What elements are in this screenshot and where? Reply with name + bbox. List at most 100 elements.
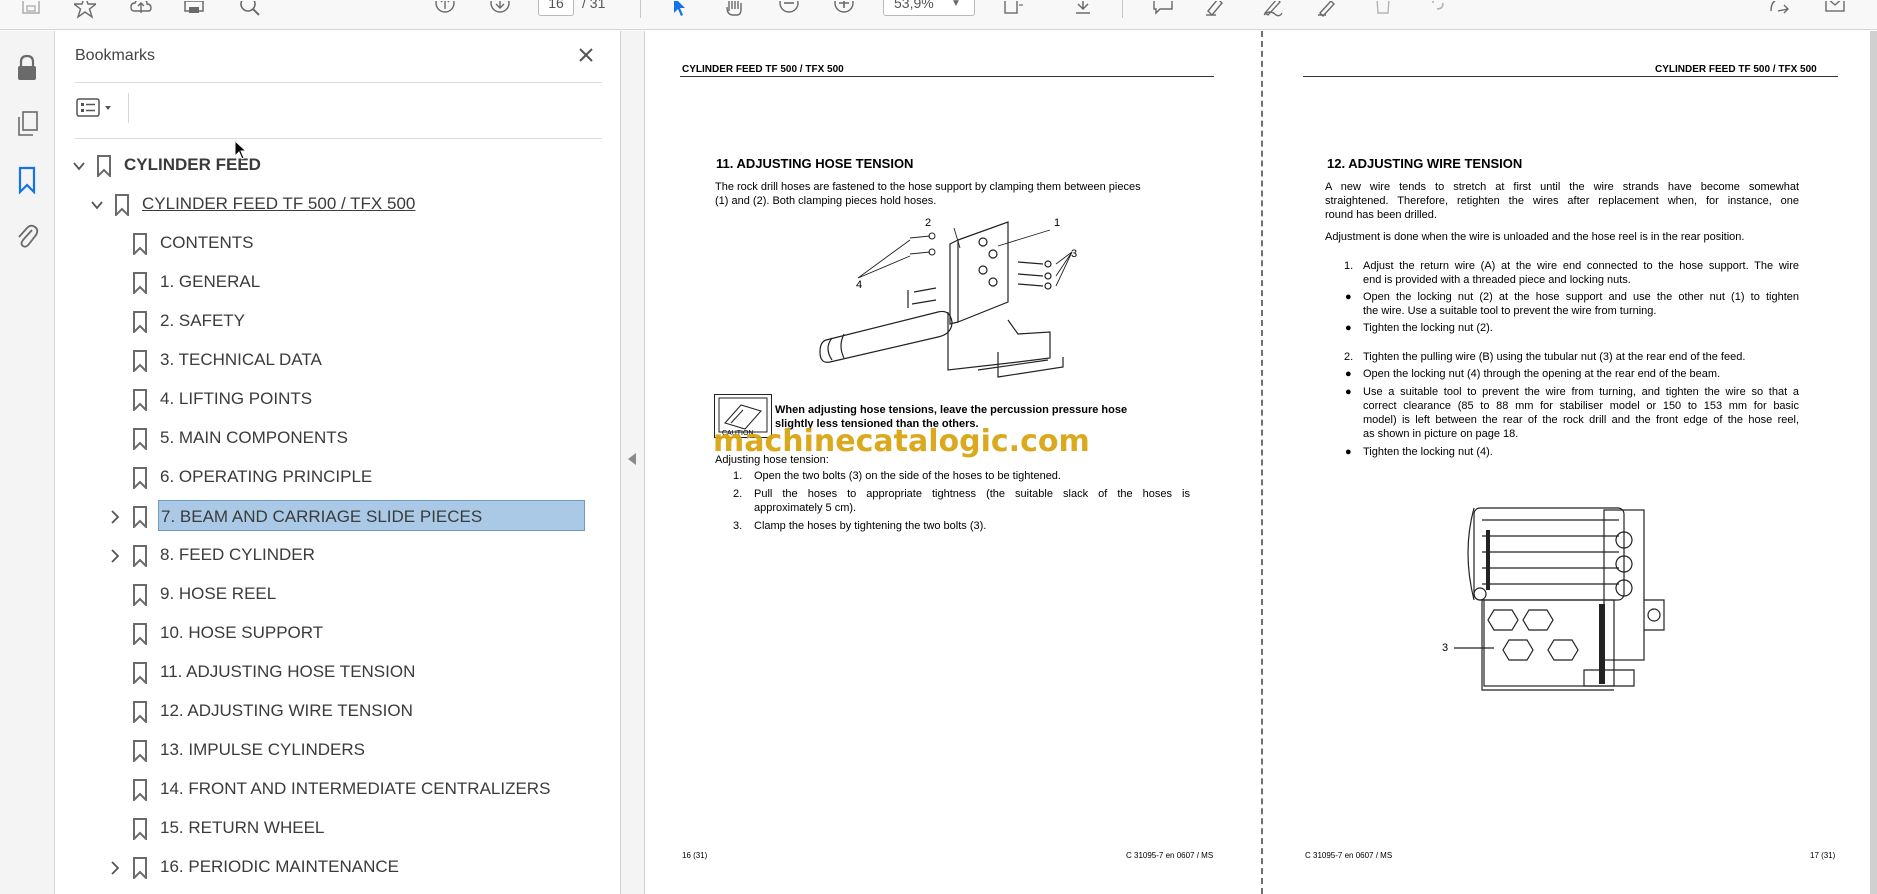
bookmark-label[interactable]: 15. RETURN WHEEL (158, 812, 326, 843)
bookmark-options-button[interactable] (74, 93, 120, 123)
chevron-right-icon[interactable] (106, 508, 124, 526)
bookmark-label[interactable]: 2. SAFETY (158, 305, 247, 336)
bookmark-item[interactable]: 16. PERIODIC MAINTENANCE (56, 851, 606, 885)
chevron-right-icon[interactable] (106, 859, 124, 877)
bookmark-item[interactable]: 1. GENERAL (56, 266, 606, 300)
bookmark-label[interactable]: CONTENTS (158, 227, 256, 258)
paragraph-line: A new wire tends to stretch at first unt… (1325, 181, 1799, 193)
document-scrollbar[interactable] (1870, 31, 1877, 894)
bookmarks-panel-icon[interactable] (12, 165, 42, 195)
close-panel-button[interactable] (574, 43, 598, 67)
bookmark-label[interactable]: 11. ADJUSTING HOSE TENSION (158, 656, 417, 687)
bookmark-item[interactable]: 5. MAIN COMPONENTS (56, 422, 606, 456)
bullet-icon: ● (1345, 386, 1352, 398)
bookmark-item[interactable]: 4. LIFTING POINTS (56, 383, 606, 417)
options-divider (128, 93, 129, 123)
bookmark-label[interactable]: 7. BEAM AND CARRIAGE SLIDE PIECES (158, 500, 585, 531)
delete-icon[interactable] (1370, 0, 1396, 22)
bookmark-item[interactable]: 11. ADJUSTING HOSE TENSION (56, 656, 606, 690)
bookmark-label[interactable]: 9. HOSE REEL (158, 578, 278, 609)
undo-icon[interactable] (1425, 0, 1451, 22)
bookmark-item[interactable]: 6. OPERATING PRINCIPLE (56, 461, 606, 495)
bookmark-icon (133, 701, 147, 723)
share-icon[interactable] (1766, 0, 1792, 22)
bookmarks-panel: Bookmarks CYLINDER FEED CYLINDER FEED TF … (56, 31, 662, 894)
page-footer-left: 16 (31) (682, 851, 708, 860)
panel-collapse-bar[interactable] (621, 31, 645, 894)
header-rule (680, 76, 1214, 77)
toolbar-divider (1122, 0, 1123, 18)
bookmark-label[interactable]: 8. FEED CYLINDER (158, 539, 317, 570)
next-page-icon[interactable] (487, 0, 513, 22)
bookmark-item[interactable]: CONTENTS (56, 227, 606, 261)
zoom-level-select[interactable]: 53,9% (883, 0, 975, 16)
page-header: CYLINDER FEED TF 500 / TFX 500 (1655, 64, 1817, 75)
bookmark-item[interactable]: 12. ADJUSTING WIRE TENSION (56, 695, 606, 729)
zoom-out-icon[interactable] (776, 0, 802, 22)
bookmark-label[interactable]: 12. ADJUSTING WIRE TENSION (158, 695, 415, 726)
bullet-icon: ● (1345, 322, 1352, 334)
upload-cloud-icon[interactable] (128, 0, 154, 22)
zoom-dropdown-icon[interactable]: ▼ (951, 0, 961, 9)
select-cursor-icon[interactable] (666, 0, 692, 22)
edit-text-icon[interactable] (1314, 0, 1340, 22)
scroll-mode-icon[interactable] (1070, 0, 1096, 22)
bookmark-item[interactable]: 8. FEED CYLINDER (56, 539, 606, 573)
bookmark-label[interactable]: 13. IMPULSE CYLINDERS (158, 734, 367, 765)
page-thumbnails-icon[interactable] (12, 109, 42, 139)
print-icon[interactable] (181, 0, 207, 22)
search-icon[interactable] (237, 0, 263, 22)
highlight-icon[interactable] (1202, 0, 1228, 22)
page-spread-divider (1261, 31, 1263, 894)
bookmark-icon (133, 428, 147, 450)
bookmark-label[interactable]: 16. PERIODIC MAINTENANCE (158, 851, 401, 882)
star-icon[interactable] (72, 0, 98, 22)
chevron-down-icon[interactable] (88, 196, 106, 214)
comment-icon[interactable] (1150, 0, 1176, 22)
hand-tool-icon[interactable] (721, 0, 747, 22)
bullet-text: as shown in picture on page 18. (1363, 428, 1519, 440)
draw-icon[interactable] (1260, 0, 1286, 22)
close-icon (579, 48, 593, 62)
bookmark-item[interactable]: 15. RETURN WHEEL (56, 812, 606, 846)
bookmark-label[interactable]: 3. TECHNICAL DATA (158, 344, 324, 375)
step-text: Pull the hoses to appropriate tightness … (754, 488, 1190, 500)
bookmark-label[interactable]: 5. MAIN COMPONENTS (158, 422, 350, 453)
bookmark-item[interactable]: 7. BEAM AND CARRIAGE SLIDE PIECES (56, 500, 606, 534)
paragraph-line: The rock drill hoses are fastened to the… (715, 181, 1141, 193)
zoom-in-icon[interactable] (831, 0, 857, 22)
page-number-input[interactable]: 16 (538, 0, 574, 16)
bookmark-item[interactable]: 14. FRONT AND INTERMEDIATE CENTRALIZERS (56, 773, 606, 807)
bookmark-icon (115, 194, 129, 216)
bookmark-label[interactable]: 4. LIFTING POINTS (158, 383, 314, 414)
lock-icon[interactable] (12, 53, 42, 83)
bookmark-icon (133, 740, 147, 762)
attachments-icon[interactable] (12, 221, 42, 251)
bookmark-item[interactable]: 3. TECHNICAL DATA (56, 344, 606, 378)
bookmark-label[interactable]: 10. HOSE SUPPORT (158, 617, 325, 648)
bookmark-item[interactable]: 9. HOSE REEL (56, 578, 606, 612)
prev-page-icon[interactable] (432, 0, 458, 22)
bookmark-icon (133, 272, 147, 294)
paragraph-line: round has been drilled. (1325, 209, 1437, 221)
bookmark-label[interactable]: CYLINDER FEED TF 500 / TFX 500 (140, 188, 417, 219)
caution-text: When adjusting hose tensions, leave the … (775, 404, 1128, 416)
bookmark-label[interactable]: 14. FRONT AND INTERMEDIATE CENTRALIZERS (158, 773, 552, 804)
fit-page-icon[interactable] (1000, 0, 1026, 22)
bookmark-item[interactable]: 2. SAFETY (56, 305, 606, 339)
bookmark-item[interactable]: CYLINDER FEED TF 500 / TFX 500 (56, 188, 606, 222)
bookmark-item[interactable]: CYLINDER FEED (56, 149, 606, 183)
chevron-right-icon[interactable] (106, 547, 124, 565)
mail-icon[interactable] (1822, 0, 1848, 22)
bookmark-label[interactable]: 1. GENERAL (158, 266, 262, 297)
bullet-icon: ● (1345, 446, 1352, 458)
bookmark-item[interactable]: 10. HOSE SUPPORT (56, 617, 606, 651)
bookmark-icon (133, 818, 147, 840)
bookmark-item[interactable]: 13. IMPULSE CYLINDERS (56, 734, 606, 768)
collapse-arrow-icon[interactable] (628, 453, 636, 465)
step-text: Adjust the return wire (A) at the wire e… (1363, 260, 1799, 272)
chevron-down-icon[interactable] (70, 157, 88, 175)
save-icon[interactable] (18, 0, 44, 22)
figure-callout: 3 (1071, 248, 1077, 260)
bookmark-label[interactable]: 6. OPERATING PRINCIPLE (158, 461, 374, 492)
